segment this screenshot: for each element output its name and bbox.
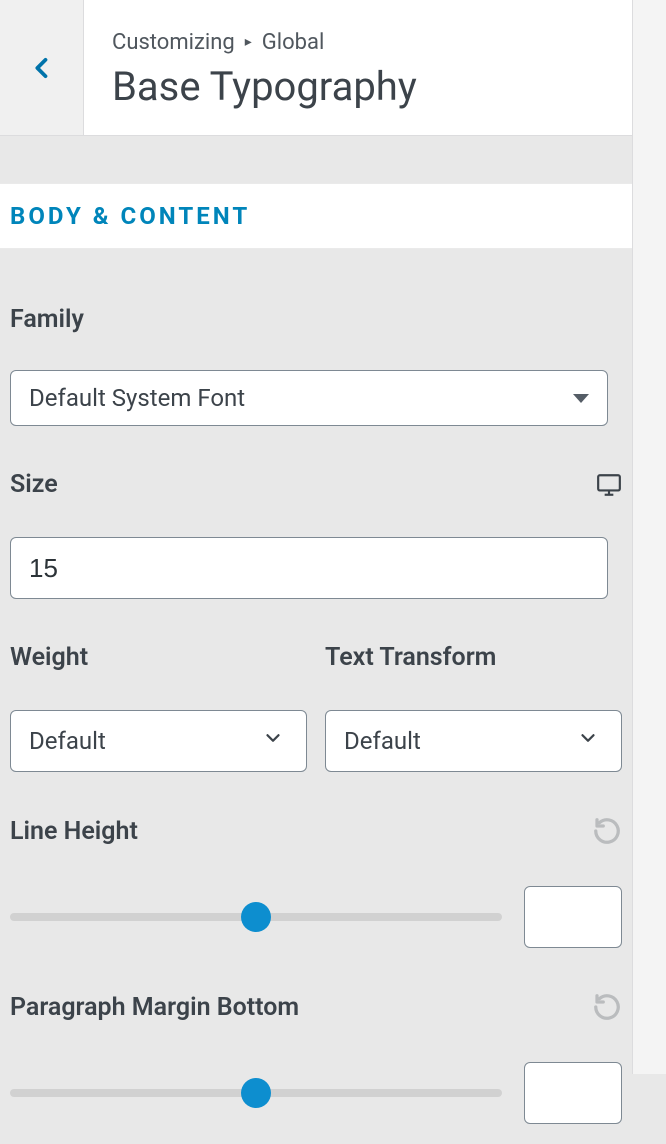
weight-control: Weight Default: [10, 643, 307, 772]
text-transform-label: Text Transform: [325, 643, 622, 672]
responsive-device-button[interactable]: [596, 472, 622, 498]
chevron-left-icon: [28, 54, 56, 82]
line-height-input[interactable]: [524, 886, 622, 948]
text-transform-select-value: Default: [344, 727, 421, 755]
weight-select[interactable]: Default: [10, 710, 307, 772]
line-height-control: Line Height: [10, 816, 622, 948]
line-height-label: Line Height: [10, 817, 138, 846]
breadcrumb: Customizing ▸ Global: [112, 30, 604, 55]
reset-icon: [592, 816, 622, 846]
text-transform-select[interactable]: Default: [325, 710, 622, 772]
line-height-reset-button[interactable]: [592, 816, 622, 846]
family-select[interactable]: Default System Font: [10, 370, 608, 426]
size-input[interactable]: [10, 537, 608, 599]
weight-label: Weight: [10, 643, 307, 672]
page-title: Base Typography: [112, 63, 604, 110]
back-button[interactable]: [0, 0, 84, 135]
chevron-down-icon: [262, 727, 284, 755]
paragraph-margin-input[interactable]: [524, 1062, 622, 1124]
family-label: Family: [10, 305, 622, 334]
line-height-slider[interactable]: [10, 913, 502, 921]
reset-icon: [592, 992, 622, 1022]
section-heading: BODY & CONTENT: [10, 202, 622, 230]
family-control: Family Default System Font: [10, 305, 622, 426]
preview-edge: [632, 0, 666, 1074]
paragraph-margin-label: Paragraph Margin Bottom: [10, 993, 299, 1022]
weight-select-value: Default: [29, 727, 106, 755]
paragraph-margin-slider[interactable]: [10, 1089, 502, 1097]
breadcrumb-prefix: Customizing: [112, 30, 235, 55]
section-heading-wrap: BODY & CONTENT: [0, 183, 632, 249]
text-transform-control: Text Transform Default: [325, 643, 622, 772]
family-select-value: Default System Font: [29, 384, 245, 412]
size-control: Size: [10, 470, 622, 599]
line-height-slider-thumb[interactable]: [241, 902, 271, 932]
desktop-icon: [596, 472, 622, 498]
caret-down-icon: [573, 394, 589, 403]
size-label: Size: [10, 470, 58, 499]
breadcrumb-section: Global: [262, 30, 325, 55]
chevron-down-icon: [577, 727, 599, 755]
customizer-header: Customizing ▸ Global Base Typography: [0, 0, 632, 136]
paragraph-margin-slider-thumb[interactable]: [241, 1078, 271, 1108]
paragraph-margin-reset-button[interactable]: [592, 992, 622, 1022]
paragraph-margin-control: Paragraph Margin Bottom: [10, 992, 622, 1124]
header-titles: Customizing ▸ Global Base Typography: [84, 0, 632, 135]
breadcrumb-separator-icon: ▸: [245, 34, 252, 50]
